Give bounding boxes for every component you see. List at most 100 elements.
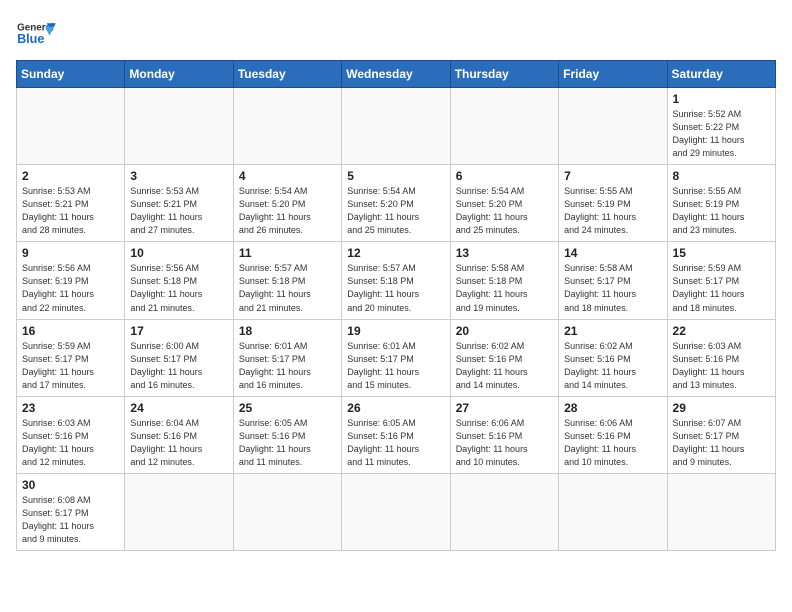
weekday-header-cell: Tuesday (233, 61, 341, 88)
day-info: Sunrise: 5:53 AM Sunset: 5:21 PM Dayligh… (22, 185, 119, 237)
calendar-cell: 29 Sunrise: 6:07 AM Sunset: 5:17 PM Dayli… (667, 396, 775, 473)
calendar-cell (450, 473, 558, 550)
day-number: 26 (347, 401, 444, 415)
weekday-header-cell: Wednesday (342, 61, 450, 88)
calendar-cell: 14Sunrise: 5:58 AM Sunset: 5:17 PM Dayli… (559, 242, 667, 319)
day-info: Sunrise: 5:58 AM Sunset: 5:18 PM Dayligh… (456, 262, 553, 314)
calendar-week-row: 16Sunrise: 5:59 AM Sunset: 5:17 PM Dayli… (17, 319, 776, 396)
calendar-cell: 23 Sunrise: 6:03 AM Sunset: 5:16 PM Dayli… (17, 396, 125, 473)
calendar-week-row: 9 Sunrise: 5:56 AM Sunset: 5:19 PM Daylig… (17, 242, 776, 319)
calendar-cell (559, 473, 667, 550)
calendar-table: SundayMondayTuesdayWednesdayThursdayFrid… (16, 60, 776, 551)
day-number: 10 (130, 246, 227, 260)
calendar-cell: 2 Sunrise: 5:53 AM Sunset: 5:21 PM Daylig… (17, 165, 125, 242)
day-number: 28 (564, 401, 661, 415)
day-number: 12 (347, 246, 444, 260)
calendar-cell (233, 88, 341, 165)
calendar-week-row: 23 Sunrise: 6:03 AM Sunset: 5:16 PM Dayli… (17, 396, 776, 473)
day-number: 8 (673, 169, 770, 183)
day-info: Sunrise: 6:02 AM Sunset: 5:16 PM Dayligh… (564, 340, 661, 392)
calendar-cell: 27 Sunrise: 6:06 AM Sunset: 5:16 PM Dayli… (450, 396, 558, 473)
day-number: 17 (130, 324, 227, 338)
calendar-cell: 24 Sunrise: 6:04 AM Sunset: 5:16 PM Dayli… (125, 396, 233, 473)
calendar-cell: 12 Sunrise: 5:57 AM Sunset: 5:18 PM Dayli… (342, 242, 450, 319)
page-header: General Blue (16, 16, 776, 52)
day-number: 2 (22, 169, 119, 183)
day-number: 21 (564, 324, 661, 338)
calendar-cell (125, 88, 233, 165)
day-info: Sunrise: 5:53 AM Sunset: 5:21 PM Dayligh… (130, 185, 227, 237)
calendar-cell: 11Sunrise: 5:57 AM Sunset: 5:18 PM Dayli… (233, 242, 341, 319)
day-number: 9 (22, 246, 119, 260)
day-number: 6 (456, 169, 553, 183)
day-number: 18 (239, 324, 336, 338)
day-info: Sunrise: 6:05 AM Sunset: 5:16 PM Dayligh… (239, 417, 336, 469)
day-number: 5 (347, 169, 444, 183)
calendar-cell: 13Sunrise: 5:58 AM Sunset: 5:18 PM Dayli… (450, 242, 558, 319)
day-info: Sunrise: 5:56 AM Sunset: 5:19 PM Dayligh… (22, 262, 119, 314)
day-info: Sunrise: 5:55 AM Sunset: 5:19 PM Dayligh… (673, 185, 770, 237)
calendar-cell (559, 88, 667, 165)
day-number: 24 (130, 401, 227, 415)
day-number: 27 (456, 401, 553, 415)
calendar-cell: 3 Sunrise: 5:53 AM Sunset: 5:21 PM Daylig… (125, 165, 233, 242)
calendar-cell: 20Sunrise: 6:02 AM Sunset: 5:16 PM Dayli… (450, 319, 558, 396)
day-info: Sunrise: 5:54 AM Sunset: 5:20 PM Dayligh… (347, 185, 444, 237)
calendar-cell: 28 Sunrise: 6:06 AM Sunset: 5:16 PM Dayli… (559, 396, 667, 473)
day-number: 30 (22, 478, 119, 492)
day-number: 29 (673, 401, 770, 415)
day-number: 23 (22, 401, 119, 415)
day-number: 14 (564, 246, 661, 260)
calendar-cell (342, 473, 450, 550)
calendar-cell: 19 Sunrise: 6:01 AM Sunset: 5:17 PM Dayli… (342, 319, 450, 396)
day-number: 7 (564, 169, 661, 183)
day-info: Sunrise: 6:04 AM Sunset: 5:16 PM Dayligh… (130, 417, 227, 469)
day-info: Sunrise: 6:03 AM Sunset: 5:16 PM Dayligh… (22, 417, 119, 469)
calendar-cell: 10 Sunrise: 5:56 AM Sunset: 5:18 PM Dayli… (125, 242, 233, 319)
day-info: Sunrise: 5:57 AM Sunset: 5:18 PM Dayligh… (347, 262, 444, 314)
calendar-week-row: 2 Sunrise: 5:53 AM Sunset: 5:21 PM Daylig… (17, 165, 776, 242)
day-info: Sunrise: 6:00 AM Sunset: 5:17 PM Dayligh… (130, 340, 227, 392)
calendar-cell: 30Sunrise: 6:08 AM Sunset: 5:17 PM Dayli… (17, 473, 125, 550)
day-number: 19 (347, 324, 444, 338)
calendar-cell (17, 88, 125, 165)
day-number: 1 (673, 92, 770, 106)
day-info: Sunrise: 5:52 AM Sunset: 5:22 PM Dayligh… (673, 108, 770, 160)
day-info: Sunrise: 5:54 AM Sunset: 5:20 PM Dayligh… (456, 185, 553, 237)
weekday-header-cell: Sunday (17, 61, 125, 88)
calendar-week-row: 30Sunrise: 6:08 AM Sunset: 5:17 PM Dayli… (17, 473, 776, 550)
calendar-cell: 6 Sunrise: 5:54 AM Sunset: 5:20 PM Daylig… (450, 165, 558, 242)
day-info: Sunrise: 6:06 AM Sunset: 5:16 PM Dayligh… (564, 417, 661, 469)
calendar-cell: 21 Sunrise: 6:02 AM Sunset: 5:16 PM Dayli… (559, 319, 667, 396)
calendar-cell: 1 Sunrise: 5:52 AM Sunset: 5:22 PM Daylig… (667, 88, 775, 165)
day-number: 4 (239, 169, 336, 183)
day-info: Sunrise: 6:01 AM Sunset: 5:17 PM Dayligh… (239, 340, 336, 392)
day-info: Sunrise: 6:05 AM Sunset: 5:16 PM Dayligh… (347, 417, 444, 469)
day-info: Sunrise: 6:07 AM Sunset: 5:17 PM Dayligh… (673, 417, 770, 469)
calendar-cell: 5 Sunrise: 5:54 AM Sunset: 5:20 PM Daylig… (342, 165, 450, 242)
calendar-cell: 8 Sunrise: 5:55 AM Sunset: 5:19 PM Daylig… (667, 165, 775, 242)
day-number: 3 (130, 169, 227, 183)
day-info: Sunrise: 6:01 AM Sunset: 5:17 PM Dayligh… (347, 340, 444, 392)
day-number: 15 (673, 246, 770, 260)
svg-text:Blue: Blue (17, 32, 44, 46)
day-info: Sunrise: 5:57 AM Sunset: 5:18 PM Dayligh… (239, 262, 336, 314)
weekday-header-cell: Saturday (667, 61, 775, 88)
day-info: Sunrise: 5:56 AM Sunset: 5:18 PM Dayligh… (130, 262, 227, 314)
calendar-cell (450, 88, 558, 165)
weekday-header-cell: Monday (125, 61, 233, 88)
day-number: 20 (456, 324, 553, 338)
day-number: 25 (239, 401, 336, 415)
calendar-cell: 18 Sunrise: 6:01 AM Sunset: 5:17 PM Dayli… (233, 319, 341, 396)
day-number: 22 (673, 324, 770, 338)
calendar-cell: 4 Sunrise: 5:54 AM Sunset: 5:20 PM Daylig… (233, 165, 341, 242)
calendar-cell: 25 Sunrise: 6:05 AM Sunset: 5:16 PM Dayli… (233, 396, 341, 473)
day-info: Sunrise: 6:06 AM Sunset: 5:16 PM Dayligh… (456, 417, 553, 469)
calendar-cell: 17 Sunrise: 6:00 AM Sunset: 5:17 PM Dayli… (125, 319, 233, 396)
calendar-cell: 22Sunrise: 6:03 AM Sunset: 5:16 PM Dayli… (667, 319, 775, 396)
weekday-header-row: SundayMondayTuesdayWednesdayThursdayFrid… (17, 61, 776, 88)
logo: General Blue (16, 16, 56, 52)
calendar-cell: 7Sunrise: 5:55 AM Sunset: 5:19 PM Daylig… (559, 165, 667, 242)
day-info: Sunrise: 5:59 AM Sunset: 5:17 PM Dayligh… (22, 340, 119, 392)
day-info: Sunrise: 5:54 AM Sunset: 5:20 PM Dayligh… (239, 185, 336, 237)
